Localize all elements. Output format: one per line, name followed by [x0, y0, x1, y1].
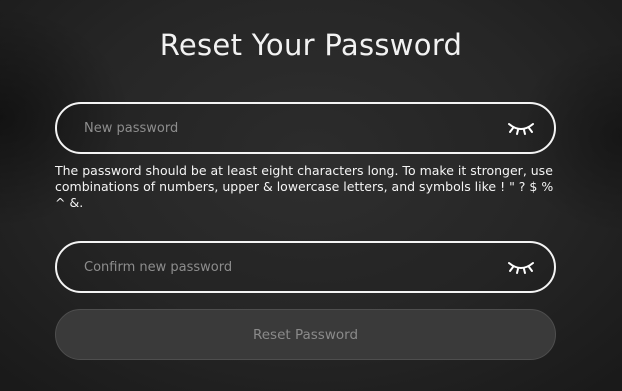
confirm-password-field[interactable] [55, 241, 556, 293]
eye-closed-icon[interactable] [506, 257, 536, 277]
reset-password-button[interactable]: Reset Password [55, 309, 556, 360]
new-password-field[interactable] [55, 102, 556, 154]
confirm-password-input[interactable] [57, 243, 506, 291]
eye-closed-icon[interactable] [506, 118, 536, 138]
password-requirements-hint: The password should be at least eight ch… [55, 163, 554, 210]
new-password-input[interactable] [57, 104, 506, 152]
page-title: Reset Your Password [159, 28, 463, 62]
